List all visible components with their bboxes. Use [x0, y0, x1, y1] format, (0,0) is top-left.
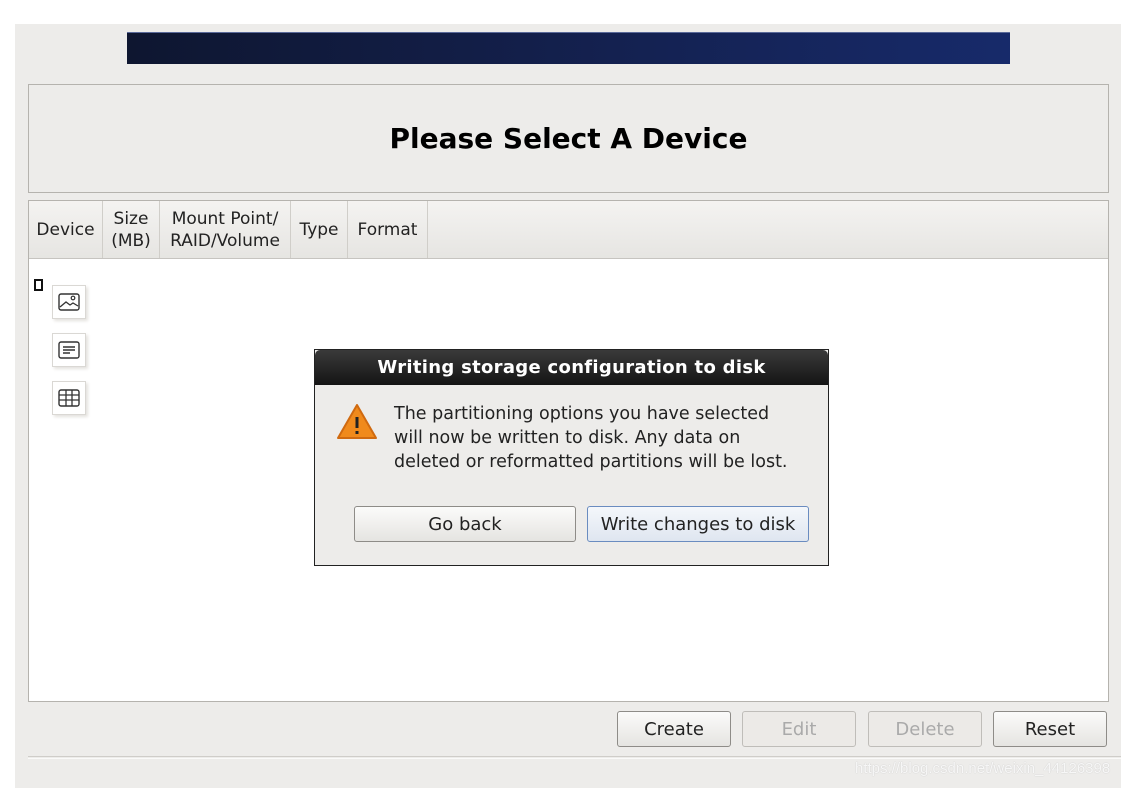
image-tool-button[interactable]: [52, 285, 86, 319]
reset-button[interactable]: Reset: [993, 711, 1107, 747]
text-tool-button[interactable]: [52, 333, 86, 367]
column-format[interactable]: Format: [348, 201, 428, 258]
watermark: https://blog.csdn.net/weixin_44126398: [855, 760, 1111, 777]
column-mount-point[interactable]: Mount Point/ RAID/Volume: [160, 201, 291, 258]
column-size[interactable]: Size (MB): [103, 201, 160, 258]
table-header: Device Size (MB) Mount Point/ RAID/Volum…: [29, 201, 1108, 259]
column-type[interactable]: Type: [291, 201, 348, 258]
table-icon: [58, 389, 80, 407]
column-device[interactable]: Device: [29, 201, 103, 258]
edit-button[interactable]: Edit: [742, 711, 856, 747]
delete-button[interactable]: Delete: [868, 711, 982, 747]
dialog-title: Writing storage configuration to disk: [315, 350, 828, 385]
text-icon: [58, 341, 80, 359]
row-checkbox[interactable]: [34, 279, 43, 291]
banner: [127, 32, 1010, 64]
page-title: Please Select A Device: [389, 122, 748, 155]
confirm-dialog: Writing storage configuration to disk Th…: [314, 349, 829, 566]
image-icon: [58, 293, 80, 311]
header-box: Please Select A Device: [28, 84, 1109, 193]
create-button[interactable]: Create: [617, 711, 731, 747]
write-changes-button[interactable]: Write changes to disk: [587, 506, 809, 542]
table-tool-button[interactable]: [52, 381, 86, 415]
warning-icon: [337, 404, 377, 439]
dialog-message: The partitioning options you have select…: [394, 404, 788, 472]
separator: [28, 756, 1121, 759]
go-back-button[interactable]: Go back: [354, 506, 576, 542]
